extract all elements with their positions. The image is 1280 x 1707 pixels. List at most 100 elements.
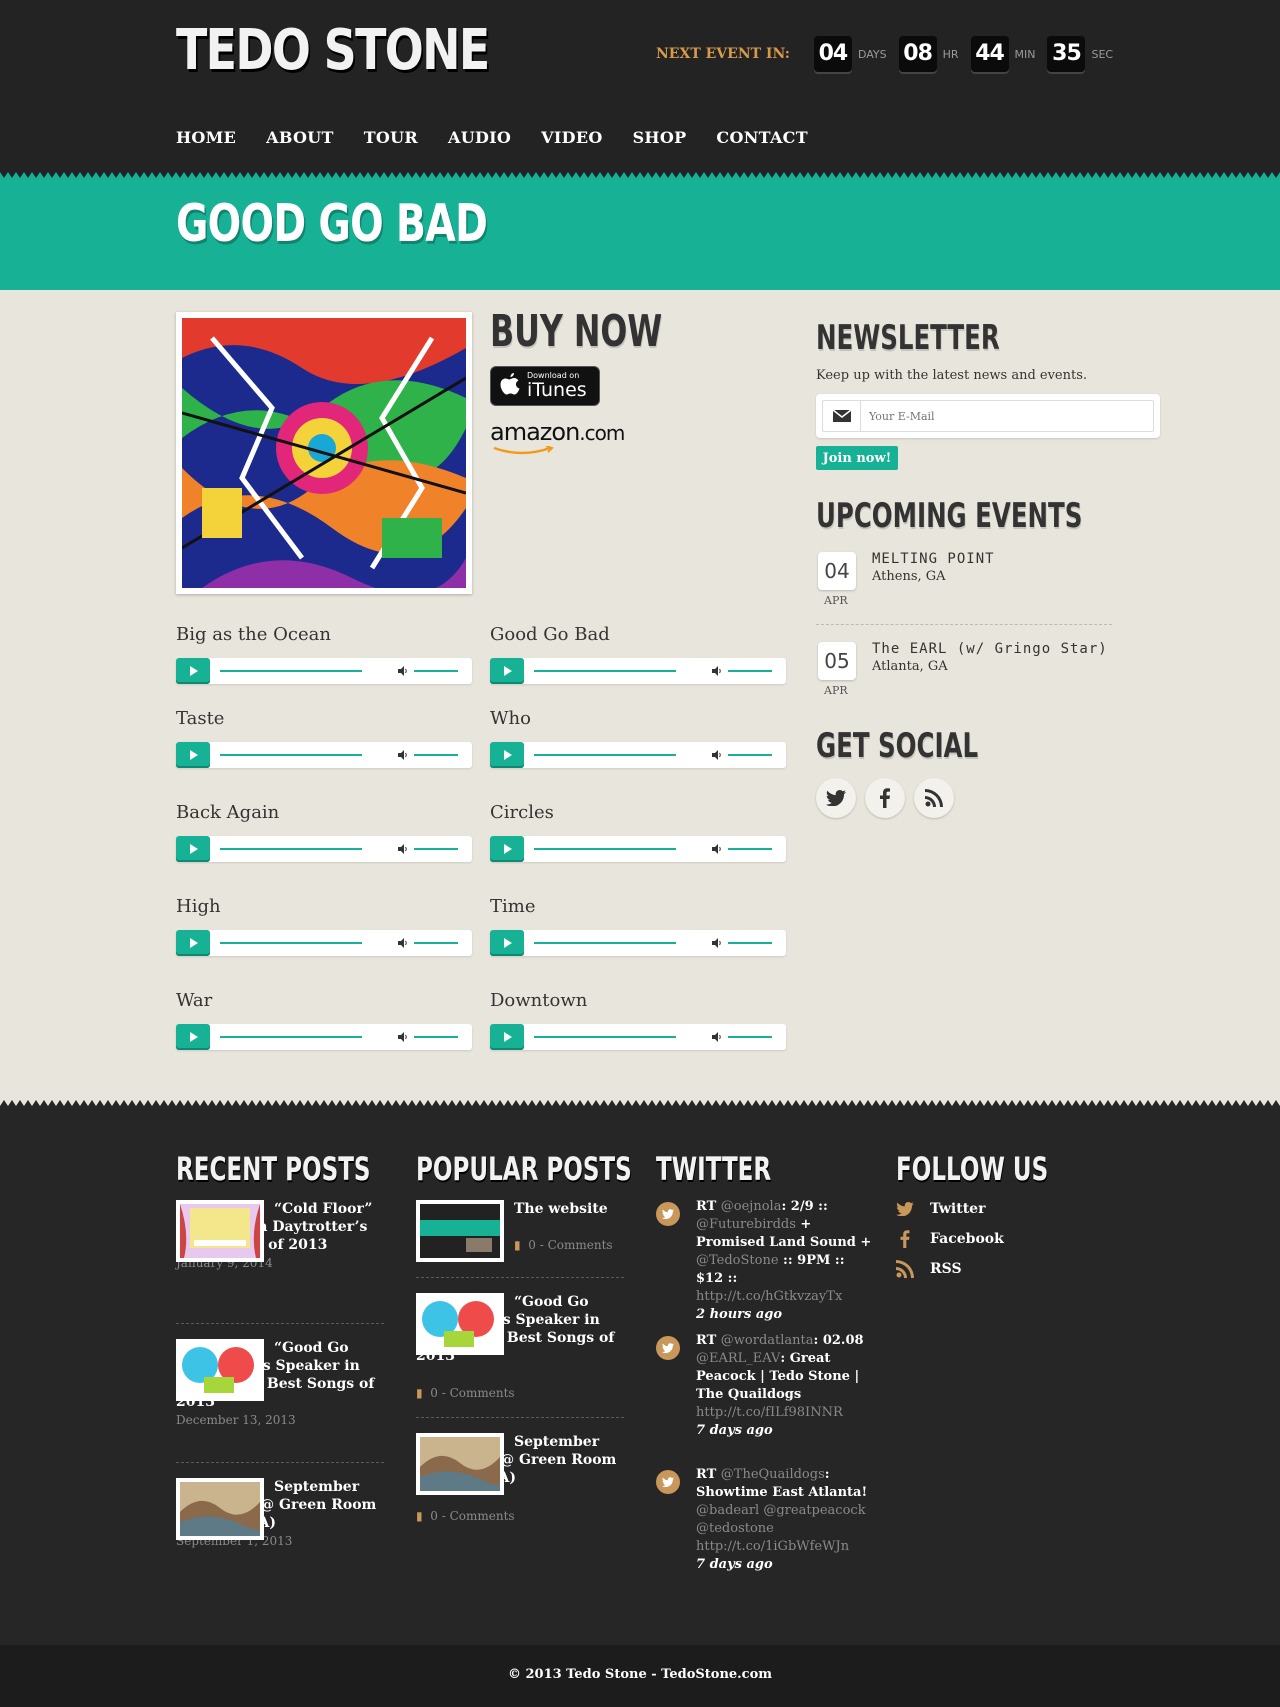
seek-bar[interactable] [220, 942, 362, 944]
volume-icon[interactable] [712, 844, 722, 854]
seek-bar[interactable] [534, 754, 676, 756]
volume-bar[interactable] [414, 670, 458, 672]
volume-icon[interactable] [398, 666, 408, 676]
volume-bar[interactable] [414, 848, 458, 850]
tweet-handle[interactable]: @TheQuaildogs [721, 1467, 825, 1482]
volume-icon[interactable] [712, 750, 722, 760]
play-button[interactable] [176, 658, 210, 684]
event-title: The EARL (w/ Gringo Star) [872, 641, 1108, 657]
facebook-icon[interactable] [865, 778, 905, 818]
seek-bar[interactable] [220, 754, 362, 756]
seek-bar[interactable] [534, 1036, 676, 1038]
site-logo[interactable]: TEDO STONE [176, 18, 490, 83]
nav-video[interactable]: VIDEO [541, 128, 602, 147]
tweet-handle[interactable]: @TedoStone [696, 1253, 779, 1268]
follow-facebook[interactable]: Facebook [896, 1229, 1004, 1249]
popular-post[interactable]: September Residency @ Green Room (Athens… [416, 1433, 624, 1495]
tweet-handle[interactable]: @badearl @greatpeacock @tedostone [696, 1503, 866, 1536]
volume-bar[interactable] [728, 754, 772, 756]
nav-contact[interactable]: CONTACT [716, 128, 807, 147]
recent-post[interactable]: “Cold Floor” Featured In Daytrotter’s Be… [176, 1200, 384, 1270]
audio-player [176, 658, 472, 684]
seek-bar[interactable] [220, 848, 362, 850]
tweet-handle[interactable]: @EARL_EAV [696, 1351, 780, 1366]
seek-bar[interactable] [534, 848, 676, 850]
audio-player [490, 930, 786, 956]
popular-posts-heading: POPULAR POSTS [416, 1150, 632, 1188]
rss-icon [896, 1260, 914, 1278]
volume-icon[interactable] [712, 666, 722, 676]
recent-post[interactable]: September Residency @ Green Room (Athens… [176, 1478, 384, 1548]
volume-bar[interactable] [728, 1036, 772, 1038]
tweet-handle[interactable]: @oejnola [721, 1199, 782, 1214]
play-icon [504, 1032, 512, 1042]
volume-bar[interactable] [728, 942, 772, 944]
track-title: High [176, 896, 221, 917]
play-button[interactable] [490, 658, 524, 684]
post-comments[interactable]: ▮ 0 - Comments [514, 1238, 613, 1252]
nav-about[interactable]: ABOUT [266, 128, 334, 147]
nav-shop[interactable]: SHOP [633, 128, 687, 147]
tweet-link[interactable]: http://t.co/fILf98INNR [696, 1405, 843, 1420]
track-title: Big as the Ocean [176, 624, 331, 645]
copyright-text: © 2013 Tedo Stone - TedoStone.com [507, 1667, 773, 1682]
volume-icon[interactable] [712, 1032, 722, 1042]
play-button[interactable] [490, 836, 524, 862]
recent-post[interactable]: “Good Go Bad” Makes Speaker in Code’s 15… [176, 1339, 384, 1427]
event-title: MELTING POINT [872, 551, 995, 567]
countdown-secs-unit: SEC [1091, 47, 1114, 61]
post-comments[interactable]: ▮ 0 - Comments [416, 1509, 515, 1523]
play-button[interactable] [176, 836, 210, 862]
play-button[interactable] [176, 742, 210, 768]
newsletter-form [816, 394, 1160, 438]
play-icon [190, 938, 198, 948]
nav-audio[interactable]: AUDIO [448, 128, 511, 147]
play-button[interactable] [490, 742, 524, 768]
nav-home[interactable]: HOME [176, 128, 236, 147]
post-thumbnail [176, 1478, 264, 1540]
volume-icon[interactable] [398, 938, 408, 948]
post-thumbnail [176, 1339, 264, 1401]
popular-post[interactable]: “Good Go Bad” Makes Speaker in Code’s 15… [416, 1293, 624, 1365]
nav-tour[interactable]: TOUR [364, 128, 418, 147]
tweet-link[interactable]: http://t.co/hGtkvzayTx [696, 1289, 842, 1304]
envelope-icon [823, 400, 861, 432]
countdown-mins: 44 [970, 36, 1009, 72]
popular-post[interactable]: The website is here! [416, 1200, 624, 1262]
follow-twitter[interactable]: Twitter [896, 1199, 985, 1219]
play-button[interactable] [176, 930, 210, 956]
volume-bar[interactable] [414, 1036, 458, 1038]
twitter-icon[interactable] [816, 778, 856, 818]
follow-rss[interactable]: RSS [896, 1259, 962, 1279]
volume-bar[interactable] [728, 670, 772, 672]
seek-bar[interactable] [220, 670, 362, 672]
post-comments[interactable]: ▮ 0 - Comments [416, 1386, 515, 1400]
seek-bar[interactable] [534, 942, 676, 944]
volume-bar[interactable] [728, 848, 772, 850]
rss-icon[interactable] [914, 778, 954, 818]
play-button[interactable] [490, 1024, 524, 1050]
volume-icon[interactable] [712, 938, 722, 948]
tweet-handle[interactable]: @Futurebirdds [696, 1217, 796, 1232]
volume-bar[interactable] [414, 942, 458, 944]
play-button[interactable] [176, 1024, 210, 1050]
email-input[interactable] [869, 409, 1129, 423]
volume-bar[interactable] [414, 754, 458, 756]
tweet-link[interactable]: http://t.co/1iGbWfeWJn [696, 1539, 849, 1554]
volume-icon[interactable] [398, 1032, 408, 1042]
amazon-link[interactable]: amazon.com [490, 418, 640, 455]
comment-icon: ▮ [416, 1386, 423, 1400]
post-divider [416, 1417, 624, 1418]
audio-player [176, 1024, 472, 1050]
main-nav: HOME ABOUT TOUR AUDIO VIDEO SHOP CONTACT [176, 128, 838, 147]
volume-icon[interactable] [398, 750, 408, 760]
itunes-button[interactable]: Download on iTunes [490, 366, 600, 406]
audio-track: Time [490, 896, 786, 956]
play-button[interactable] [490, 930, 524, 956]
seek-bar[interactable] [534, 670, 676, 672]
volume-icon[interactable] [398, 844, 408, 854]
tweet-handle[interactable]: @wordatlanta [721, 1333, 814, 1348]
seek-bar[interactable] [220, 1036, 362, 1038]
join-now-button[interactable]: Join now! [816, 446, 898, 470]
audio-track: Downtown [490, 990, 786, 1050]
